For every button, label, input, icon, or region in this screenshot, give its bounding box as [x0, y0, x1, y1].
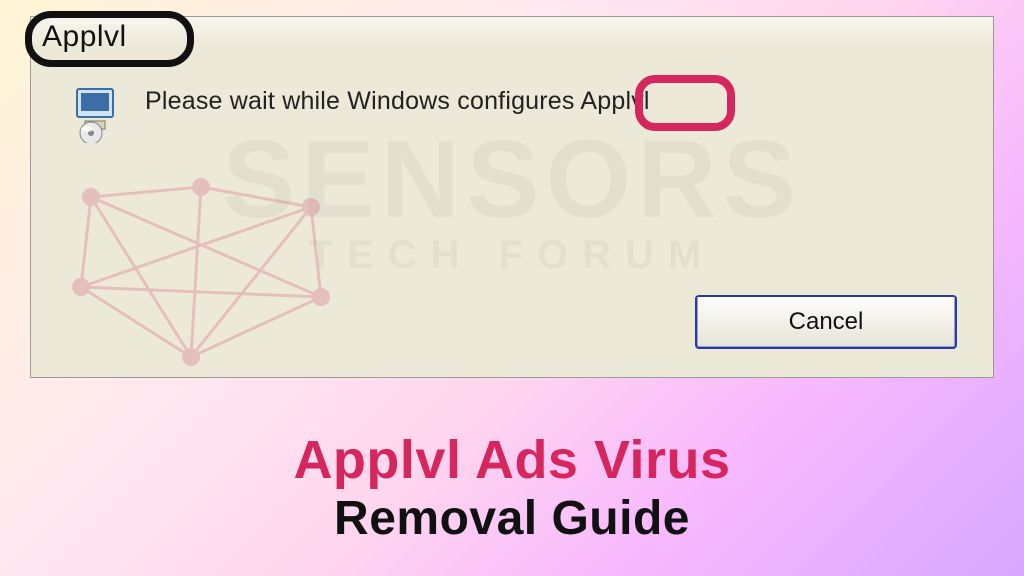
installer-icon [71, 87, 127, 143]
headline-line2: Removal Guide [0, 491, 1024, 546]
message-prefix: Please wait while Windows configures [145, 87, 580, 115]
installer-dialog: SENSORS TECH FORUM [30, 16, 994, 378]
cancel-button[interactable]: Cancel [695, 295, 957, 349]
message-row: Please wait while Windows configures App… [71, 87, 953, 143]
headline: Applvl Ads Virus Removal Guide [0, 429, 1024, 546]
cancel-button-label: Cancel [789, 308, 864, 336]
headline-line1: Applvl Ads Virus [0, 429, 1024, 491]
watermark-line2: TECH FORUM [309, 233, 716, 278]
watermark-network-icon [61, 167, 341, 387]
dialog-body: SENSORS TECH FORUM [31, 17, 993, 377]
highlight-applvl [635, 75, 735, 131]
page-canvas: SENSORS TECH FORUM [0, 0, 1024, 576]
message-product: Applvl [580, 87, 649, 115]
dialog-message: Please wait while Windows configures App… [145, 87, 650, 116]
